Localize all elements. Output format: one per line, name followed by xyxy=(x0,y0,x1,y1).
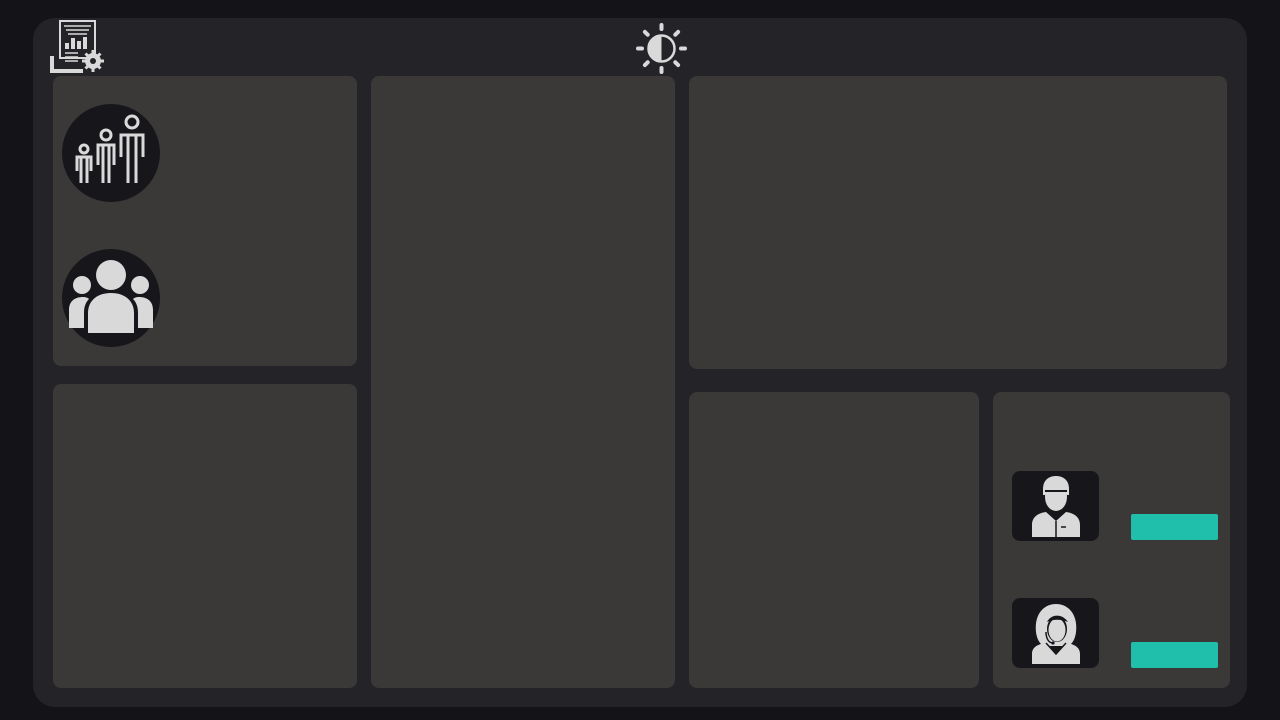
female-agent-icon[interactable] xyxy=(1012,598,1099,668)
report-settings-icon[interactable] xyxy=(50,18,106,74)
top-right-panel xyxy=(689,76,1227,369)
contact-action-button-1[interactable] xyxy=(1131,514,1218,540)
lower-left-panel xyxy=(53,384,357,688)
bottom-middle-panel xyxy=(689,392,979,688)
center-panel xyxy=(371,76,675,688)
family-icon[interactable] xyxy=(62,104,160,202)
brightness-contrast-icon[interactable] xyxy=(635,22,688,75)
group-icon[interactable] xyxy=(62,249,160,347)
male-agent-icon[interactable] xyxy=(1012,471,1099,541)
contact-action-button-2[interactable] xyxy=(1131,642,1218,668)
